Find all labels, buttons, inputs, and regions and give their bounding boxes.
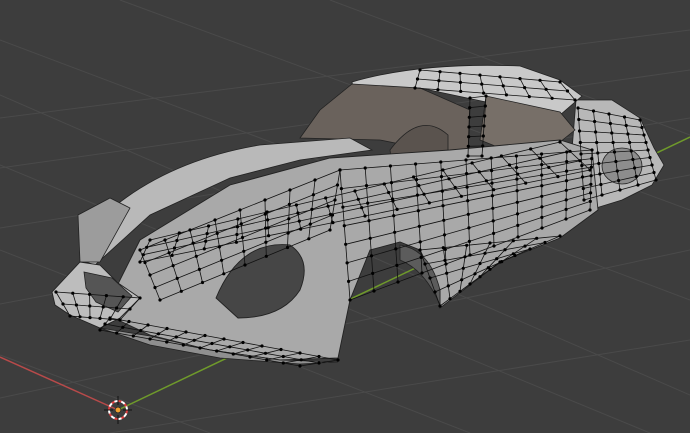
3d-viewport[interactable]	[0, 0, 690, 433]
object-origin-icon	[114, 406, 122, 414]
car-body-mesh[interactable]	[51, 64, 665, 368]
rear-wheel-arch	[601, 147, 643, 185]
x-axis-line	[0, 356, 119, 411]
